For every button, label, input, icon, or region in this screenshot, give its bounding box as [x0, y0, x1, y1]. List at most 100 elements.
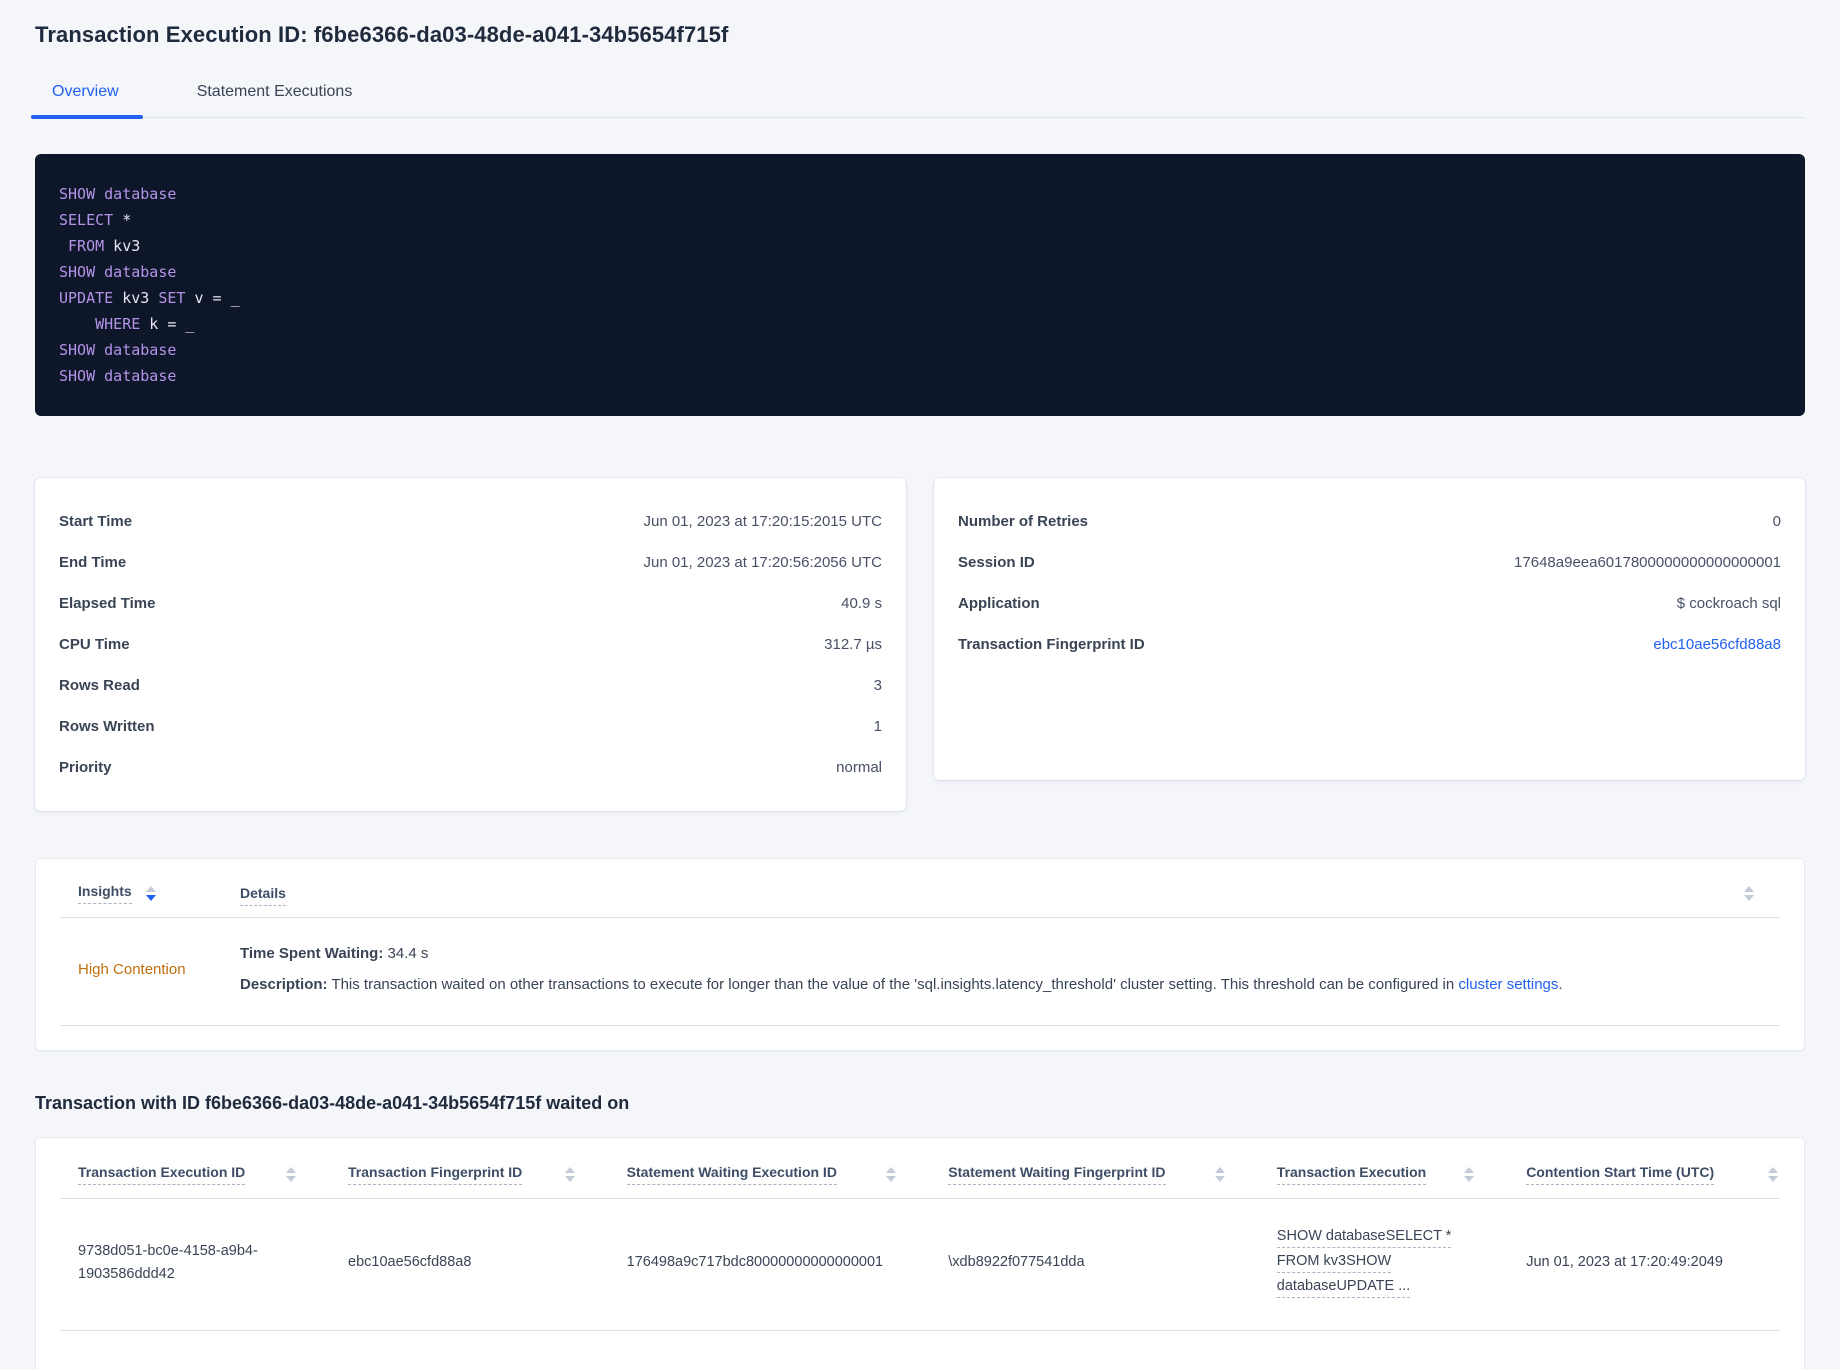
- kv-label: End Time: [59, 554, 127, 571]
- sort-icon[interactable]: [1214, 1167, 1225, 1182]
- execution-summary-card: Start Time Jun 01, 2023 at 17:20:15:2015 …: [35, 478, 906, 811]
- kv-label: Elapsed Time: [59, 595, 156, 612]
- sql-keyword: UPDATE: [59, 289, 114, 307]
- statement-link[interactable]: FROM kv3SHOW: [1276, 1253, 1392, 1273]
- session-summary-card: Number of Retries 0 Session ID 17648a9eea6…: [934, 478, 1805, 780]
- tab-statement-executions[interactable]: Statement Executions: [197, 75, 353, 117]
- sql-text: *: [113, 211, 132, 229]
- sort-down-arrow-icon: [286, 1176, 297, 1182]
- kv-row-rows-read: Rows Read 3: [59, 665, 882, 706]
- column-header-txn-fingerprint-id[interactable]: Transaction Fingerprint ID: [330, 1164, 609, 1185]
- sql-keyword: SHOW database: [59, 367, 177, 385]
- tab-overview[interactable]: Overview: [31, 75, 143, 119]
- kv-row-application: Application $ cockroach sql: [958, 583, 1781, 624]
- kv-value: $ cockroach sql: [1676, 595, 1781, 612]
- column-header-contention-start-time[interactable]: Contention Start Time (UTC): [1508, 1164, 1780, 1185]
- cluster-settings-link[interactable]: cluster settings: [1458, 976, 1558, 993]
- column-header-stmt-waiting-fingerprint-id[interactable]: Statement Waiting Fingerprint ID: [930, 1164, 1259, 1185]
- kv-row-cpu-time: CPU Time 312.7 µs: [59, 624, 882, 665]
- insights-table-header: Insights Details: [60, 873, 1780, 918]
- details-column-header[interactable]: Details: [240, 884, 286, 906]
- column-label: Transaction Execution ID: [78, 1164, 246, 1185]
- summary-cards: Start Time Jun 01, 2023 at 17:20:15:2015 …: [35, 478, 1805, 811]
- kv-value: 3: [873, 677, 882, 694]
- sql-keyword: SHOW database: [59, 263, 177, 281]
- kv-label: Transaction Fingerprint ID: [958, 636, 1145, 653]
- sql-text: kv3: [104, 237, 141, 255]
- column-header-txn-execution-id[interactable]: Transaction Execution ID: [60, 1164, 330, 1185]
- sort-icon[interactable]: [1744, 886, 1754, 901]
- insights-table: Insights Details High Contention Time Sp…: [35, 858, 1805, 1051]
- statement-preview-line: databaseUPDATE ...: [1276, 1275, 1508, 1298]
- kv-value: normal: [836, 759, 882, 776]
- kv-row-start-time: Start Time Jun 01, 2023 at 17:20:15:2015 …: [59, 501, 882, 542]
- sql-line: WHERE k = _: [59, 311, 1781, 337]
- sort-icon[interactable]: [145, 886, 156, 901]
- sort-up-arrow-icon: [286, 1167, 297, 1173]
- kv-value: 312.7 µs: [824, 636, 882, 653]
- sort-down-arrow-icon: [1464, 1176, 1475, 1182]
- kv-label: Session ID: [958, 554, 1035, 571]
- column-label: Contention Start Time (UTC): [1526, 1164, 1715, 1185]
- sort-up-arrow-icon: [1464, 1167, 1475, 1173]
- kv-value: Jun 01, 2023 at 17:20:56:2056 UTC: [643, 554, 882, 571]
- sql-line: FROM kv3: [59, 233, 1781, 259]
- sort-down-arrow-icon: [886, 1176, 897, 1182]
- sort-down-arrow-icon: [1768, 1176, 1778, 1182]
- statement-link[interactable]: SHOW databaseSELECT *: [1276, 1228, 1452, 1248]
- kv-label: Start Time: [59, 513, 133, 530]
- sort-icon[interactable]: [564, 1167, 575, 1182]
- sql-keyword: SELECT: [59, 211, 114, 229]
- column-label: Statement Waiting Execution ID: [626, 1164, 837, 1185]
- waited-on-table-row: 9738d051-bc0e-4158-a9b4-1903586ddd42 ebc…: [60, 1199, 1780, 1331]
- waited-on-heading: Transaction with ID f6be6366-da03-48de-a…: [35, 1093, 630, 1113]
- sort-icon[interactable]: [886, 1167, 897, 1182]
- transaction-fingerprint-link[interactable]: ebc10ae56cfd88a8: [1653, 636, 1781, 653]
- sql-text: v = _: [185, 289, 240, 307]
- transaction-details-page: Transaction Execution ID: f6be6366-da03-…: [0, 0, 1840, 1369]
- sort-icon[interactable]: [1768, 1167, 1778, 1182]
- insights-column-label: Insights: [78, 883, 132, 904]
- kv-label: Rows Written: [59, 718, 155, 735]
- sort-up-arrow-icon: [145, 886, 156, 892]
- kv-value: 17648a9eea6017800000000000000001: [1514, 554, 1781, 571]
- kv-row-elapsed-time: Elapsed Time 40.9 s: [59, 583, 882, 624]
- kv-value: 40.9 s: [841, 595, 882, 612]
- column-label: Statement Waiting Fingerprint ID: [948, 1164, 1166, 1185]
- sql-keyword: WHERE: [95, 315, 141, 333]
- statement-link[interactable]: databaseUPDATE ...: [1276, 1278, 1411, 1298]
- insight-details: Time Spent Waiting: 34.4 s Description: …: [240, 942, 1780, 997]
- column-header-transaction-execution[interactable]: Transaction Execution: [1259, 1164, 1508, 1185]
- waited-on-table-header: Transaction Execution ID Transaction Fin…: [60, 1164, 1780, 1199]
- kv-row-rows-written: Rows Written 1: [59, 706, 882, 747]
- cell-stmt-waiting-fingerprint-id: \xdb8922f077541dda: [948, 1254, 1085, 1270]
- insight-row: High Contention Time Spent Waiting: 34.4…: [60, 918, 1780, 1026]
- kv-label: Priority: [59, 759, 112, 776]
- sql-text: kv3: [113, 289, 159, 307]
- kv-row-end-time: End Time Jun 01, 2023 at 17:20:56:2056 UT…: [59, 542, 882, 583]
- kv-row-transaction-fingerprint: Transaction Fingerprint ID ebc10ae56cfd88…: [958, 624, 1781, 665]
- kv-label: Rows Read: [59, 677, 140, 694]
- sql-line: SHOW database: [59, 363, 1781, 389]
- sql-keyword: FROM: [68, 237, 105, 255]
- sort-down-arrow-icon: [564, 1176, 575, 1182]
- sort-icon[interactable]: [286, 1167, 297, 1182]
- description-label: Description:: [240, 976, 328, 993]
- sql-line: SHOW database: [59, 181, 1781, 207]
- high-contention-label: High Contention: [78, 961, 186, 978]
- sql-keyword: SHOW database: [59, 341, 177, 359]
- sql-keyword: SET: [158, 289, 186, 307]
- column-header-stmt-waiting-execution-id[interactable]: Statement Waiting Execution ID: [609, 1164, 931, 1185]
- sort-down-arrow-icon: [145, 895, 156, 901]
- waiting-value: 34.4 s: [383, 945, 429, 962]
- statement-preview-line: FROM kv3SHOW: [1276, 1250, 1508, 1273]
- waiting-label: Time Spent Waiting:: [240, 945, 384, 962]
- time-spent-waiting: Time Spent Waiting: 34.4 s: [240, 942, 1780, 966]
- cell-txn-execution-id: 9738d051-bc0e-4158-a9b4-1903586ddd42: [60, 1240, 330, 1286]
- insights-column-header[interactable]: Insights: [78, 883, 240, 904]
- sort-icon[interactable]: [1464, 1167, 1475, 1182]
- kv-row-priority: Priority normal: [59, 747, 882, 788]
- sql-text: k = _: [140, 315, 195, 333]
- details-column-label: Details: [240, 884, 286, 906]
